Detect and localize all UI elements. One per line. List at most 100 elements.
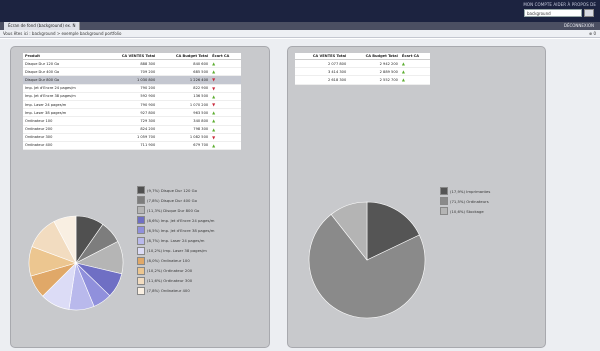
table-row[interactable]: 2 077 800 2 942 200 ▲ [295,59,430,69]
product-share-pie-chart [28,215,124,311]
table-row[interactable]: Ordinateur 400 711 900 679 700 ▲ [23,141,241,151]
budget-cell: 2 942 200 [348,59,400,69]
sales-cell: 824 200 [102,125,158,134]
sales-cell: 790 200 [102,84,158,93]
trend-cell: ▲ [210,59,241,69]
legend-label: (8,0%) Ordinateur 100 [147,258,190,264]
legend-swatch [137,246,145,255]
budget-cell: 340 800 [157,116,211,126]
budget-cell: 822 900 [157,84,211,93]
budget-cell: 1 226 400 [157,75,211,85]
trend-cell: ▲ [210,108,241,118]
legend-item[interactable]: (8,6%) Imp. Jet d'Encre 24 pages/m [137,215,214,225]
sales-cell: 3 414 300 [295,67,349,77]
table-row[interactable]: Disque Dur 800 Go 1 030 800 1 226 400 ▼ [23,75,241,85]
legend-item[interactable]: (17,9%) Imprimantes [440,186,490,196]
budget-cell: 136 500 [157,92,211,101]
trend-cell: ▲ [210,92,241,101]
sales-cell: 711 900 [102,141,158,151]
legend-label: (7,8%) Ordinateur 400 [147,288,190,294]
budget-cell: 798 300 [157,125,211,134]
up-arrow-icon: ▲ [212,61,216,67]
product-cell: Imp. Laser 38 pages/m [23,108,103,118]
table-row[interactable]: Imp. Laser 24 pages/m 790 900 1 070 200 ▼ [23,100,241,110]
table-row[interactable]: Imp. Laser 38 pages/m 927 800 963 500 ▲ [23,108,241,118]
legend-item[interactable]: (11,3%) Disque Dur 800 Go [137,205,214,215]
sales-cell: 790 900 [102,100,158,110]
legend-item[interactable]: (7,8%) Ordinateur 400 [137,286,214,296]
legend-item[interactable]: (10,2%) Imp. Laser 38 pages/m [137,246,214,256]
sales-cell: 2 077 800 [295,59,349,69]
budget-cell: 679 700 [157,141,211,151]
sales-cell: 592 900 [102,92,158,101]
trend-cell: ▼ [210,84,241,93]
product-cell: Ordinateur 300 [23,133,103,142]
trend-cell: ▼ [210,100,241,110]
table-row[interactable]: Ordinateur 300 1 059 700 1 082 500 ▼ [23,133,241,142]
sales-cell: 1 059 700 [102,133,158,142]
trend-cell: ▲ [210,125,241,134]
breadcrumb: Vous êtes ici : background > exemple bac… [0,30,600,38]
legend-swatch [440,207,448,216]
legend-swatch [137,276,145,285]
table-row[interactable]: 3 414 300 2 889 500 ▲ [295,67,430,77]
legend-item[interactable]: (10,6%) Stockage [440,206,490,216]
trend-cell: ▲ [210,141,241,151]
product-cell: Ordinateur 100 [23,116,103,126]
legend-label: (10,2%) Imp. Laser 38 pages/m [147,248,207,254]
legend-label: (10,6%) Stockage [450,208,484,214]
product-cell: Disque Dur 120 Go [23,59,103,69]
legend-item[interactable]: (10,2%) Ordinateur 200 [137,266,214,276]
budget-cell: 840 600 [157,59,211,69]
product-sales-panel: Produit CA VENTES Total CA Budget Total … [10,46,270,348]
trend-cell: ▲ [210,116,241,126]
tab-background[interactable]: Écran de fond (background) ex. N [4,22,81,30]
budget-cell: 2 889 500 [348,67,400,77]
table-row[interactable]: Disque Dur 120 Go 888 300 840 600 ▲ [23,59,241,69]
budget-cell: 1 070 200 [157,100,211,110]
legend-item[interactable]: (8,7%) Imp. Laser 24 pages/m [137,235,214,245]
category-share-pie-chart [308,201,426,319]
sales-cell: 888 300 [102,59,158,69]
trend-cell: ▲ [399,59,430,69]
legend-swatch [440,197,448,206]
account-links[interactable]: MON COMPTE AIDER À PROPOS DE [523,2,596,7]
legend-label: (11,6%) Ordinateur 300 [147,278,193,284]
breadcrumb-path[interactable]: Vous êtes ici : background > exemple bac… [3,31,122,36]
up-arrow-icon: ▲ [401,69,405,75]
legend-item[interactable]: (8,0%) Ordinateur 100 [137,256,214,266]
search-button[interactable] [584,9,594,17]
tab-bar: Écran de fond (background) ex. N DÉCONNE… [0,22,600,30]
up-arrow-icon: ▲ [212,142,216,148]
down-arrow-icon: ▼ [212,77,216,83]
logout-link[interactable]: DÉCONNEXION [564,22,594,30]
trend-cell: ▲ [399,75,430,85]
legend-item[interactable]: (7,8%) Disque Dur 400 Go [137,195,214,205]
product-cell: Ordinateur 400 [23,141,103,151]
legend-swatch [440,187,448,196]
legend-swatch [137,266,145,275]
legend-swatch [137,226,145,235]
search-input[interactable]: background [524,9,582,17]
table-row[interactable]: Ordinateur 100 729 300 340 800 ▲ [23,116,241,126]
breadcrumb-actions[interactable]: ⊕ 0 [589,30,596,38]
down-arrow-icon: ▼ [212,102,216,108]
legend-item[interactable]: (9,7%) Disque Dur 120 Go [137,185,214,195]
legend-label: (11,3%) Disque Dur 800 Go [147,207,200,213]
budget-cell: 2 552 700 [348,75,400,85]
product-cell: Ordinateur 200 [23,125,103,134]
sales-cell: 729 300 [102,116,158,126]
table-row[interactable]: Imp. Jet d'Encre 24 pages/m 790 200 822 90… [23,84,241,93]
legend-item[interactable]: (11,6%) Ordinateur 300 [137,276,214,286]
product-cell: Imp. Jet d'Encre 24 pages/m [23,84,103,93]
legend-swatch [137,206,145,215]
table-row[interactable]: Ordinateur 200 824 200 798 300 ▲ [23,125,241,134]
legend-label: (7,8%) Disque Dur 400 Go [147,197,197,203]
table-row[interactable]: Imp. Jet d'Encre 38 pages/m 592 900 136 50… [23,92,241,101]
legend-item[interactable]: (6,5%) Imp. Jet d'Encre 38 pages/m [137,225,214,235]
table-row[interactable]: Disque Dur 400 Go 709 200 685 500 ▲ [23,67,241,77]
legend-label: (10,2%) Ordinateur 200 [147,268,193,274]
legend-item[interactable]: (71,5%) Ordinateurs [440,196,490,206]
table-row[interactable]: 2 618 300 2 552 700 ▲ [295,75,430,85]
up-arrow-icon: ▲ [212,93,216,99]
